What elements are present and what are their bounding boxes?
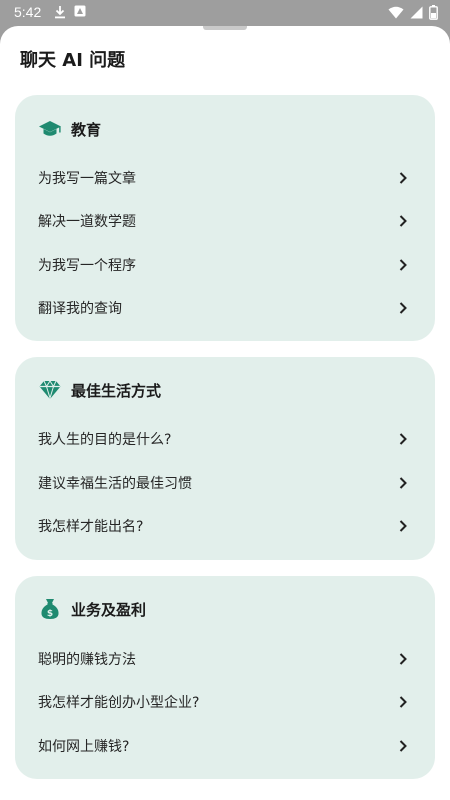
- status-left-icons: [54, 5, 86, 23]
- list-item[interactable]: 我怎样才能出名?: [15, 506, 435, 546]
- chevron-right-icon: [399, 696, 407, 708]
- list-item[interactable]: 解决一道数学题: [15, 201, 435, 241]
- chevron-right-icon: [399, 215, 407, 227]
- signal-icon: [410, 6, 423, 23]
- section-header: $ 业务及盈利: [38, 597, 146, 621]
- list-item-label: 为我写一篇文章: [38, 171, 136, 187]
- status-time: 5:42: [14, 4, 42, 20]
- battery-icon: [429, 5, 438, 24]
- status-bar: 5:42: [0, 0, 450, 26]
- section-card-education: 教育 为我写一篇文章 解决一道数学题 为我写一个程序 翻译我的查询: [15, 95, 435, 341]
- svg-text:$: $: [47, 609, 53, 619]
- download-icon: [54, 5, 66, 23]
- list-item[interactable]: 如何网上赚钱?: [15, 726, 435, 766]
- section-title: 最佳生活方式: [71, 381, 162, 400]
- list-item[interactable]: 翻译我的查询: [15, 288, 435, 328]
- list-item-label: 我人生的目的是什么?: [38, 432, 172, 448]
- list-item-label: 翻译我的查询: [38, 301, 122, 317]
- list-item-label: 聪明的赚钱方法: [38, 652, 136, 668]
- money-bag-icon: $: [38, 597, 62, 621]
- list-item[interactable]: 我人生的目的是什么?: [15, 419, 435, 459]
- section-title: 业务及盈利: [71, 600, 147, 619]
- diamond-icon: [38, 378, 62, 402]
- section-card-lifestyle: 最佳生活方式 我人生的目的是什么? 建议幸福生活的最佳习惯 我怎样才能出名?: [15, 357, 435, 560]
- list-item-label: 解决一道数学题: [38, 214, 136, 230]
- list-item-label: 我怎样才能创办小型企业?: [38, 695, 200, 711]
- drag-handle[interactable]: [203, 26, 247, 30]
- list-item-label: 我怎样才能出名?: [38, 519, 144, 535]
- section-card-business: $ 业务及盈利 聪明的赚钱方法 我怎样才能创办小型企业? 如何网上赚钱?: [15, 576, 435, 779]
- chevron-right-icon: [399, 653, 407, 665]
- section-header: 最佳生活方式: [38, 378, 161, 402]
- list-item[interactable]: 建议幸福生活的最佳习惯: [15, 463, 435, 503]
- bottom-sheet: 聊天 AI 问题 教育 为我写一篇文章 解决一道数学题 为我写一个程序 翻译我的…: [0, 26, 450, 800]
- chevron-right-icon: [399, 259, 407, 271]
- chevron-right-icon: [399, 172, 407, 184]
- chevron-right-icon: [399, 477, 407, 489]
- section-title: 教育: [71, 120, 102, 139]
- chevron-right-icon: [399, 433, 407, 445]
- chevron-right-icon: [399, 740, 407, 752]
- chevron-right-icon: [399, 302, 407, 314]
- list-item[interactable]: 我怎样才能创办小型企业?: [15, 682, 435, 722]
- list-item-label: 如何网上赚钱?: [38, 739, 130, 755]
- sheet-title: 聊天 AI 问题: [20, 50, 126, 71]
- list-item[interactable]: 为我写一篇文章: [15, 158, 435, 198]
- notification-app-icon: [74, 5, 86, 23]
- graduation-cap-icon: [38, 117, 62, 141]
- status-right-icons: [388, 5, 438, 24]
- chevron-right-icon: [399, 520, 407, 532]
- wifi-icon: [388, 6, 404, 23]
- list-item-label: 为我写一个程序: [38, 258, 136, 274]
- section-header: 教育: [38, 117, 101, 141]
- list-item[interactable]: 聪明的赚钱方法: [15, 639, 435, 679]
- list-item-label: 建议幸福生活的最佳习惯: [38, 476, 192, 492]
- list-item[interactable]: 为我写一个程序: [15, 245, 435, 285]
